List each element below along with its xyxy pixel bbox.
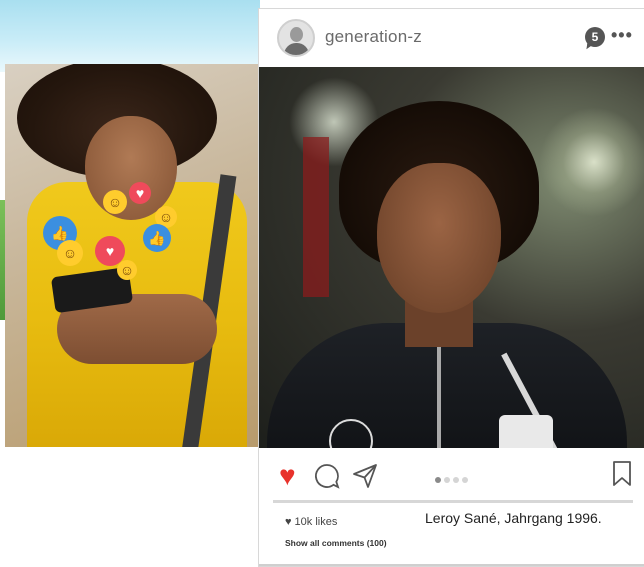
username[interactable]: generation-z (325, 27, 422, 47)
thumbs-up-icon: 👍 (143, 224, 171, 252)
team-crest (499, 415, 553, 448)
likes-text: 10k likes (294, 516, 338, 528)
comment-icon[interactable] (313, 462, 341, 495)
post-header: generation-z 5 ••• (259, 9, 644, 67)
notification-icon[interactable]: 5 (585, 27, 605, 47)
carousel-dot[interactable] (444, 477, 450, 483)
smile-emoji-icon: ☺ (57, 240, 83, 266)
heart-reaction-icon: ♥ (129, 182, 151, 204)
carousel-dot-active[interactable] (435, 477, 441, 483)
post-caption: Leroy Sané, Jahrgang 1996. (425, 510, 602, 526)
divider (259, 564, 644, 566)
woman-phone-photo: 👍 ☺ ♥ ☺ ♥ ☺ 👍 ☺ (5, 64, 258, 447)
wow-emoji-icon: ☺ (103, 190, 127, 214)
post-actions: ♥ (259, 448, 644, 508)
post-photo (259, 67, 644, 448)
likes-count[interactable]: ♥ 10k likes (285, 516, 337, 528)
avatar-icon[interactable] (277, 19, 315, 57)
more-icon[interactable]: ••• (611, 25, 633, 46)
share-icon[interactable] (351, 462, 379, 495)
bookmark-icon[interactable] (611, 460, 633, 493)
post-card: generation-z 5 ••• ♥ ♥ 10k likes Show al… (258, 8, 644, 567)
carousel-dots (435, 470, 471, 488)
love-emoji-icon: ☺ (117, 260, 137, 280)
background-sky (0, 0, 260, 72)
show-comments-link[interactable]: Show all comments (100) (285, 538, 387, 548)
carousel-dot[interactable] (453, 477, 459, 483)
small-heart-icon: ♥ (285, 516, 292, 528)
carousel-dot[interactable] (462, 477, 468, 483)
divider (273, 500, 633, 503)
heart-icon[interactable]: ♥ (279, 462, 296, 490)
